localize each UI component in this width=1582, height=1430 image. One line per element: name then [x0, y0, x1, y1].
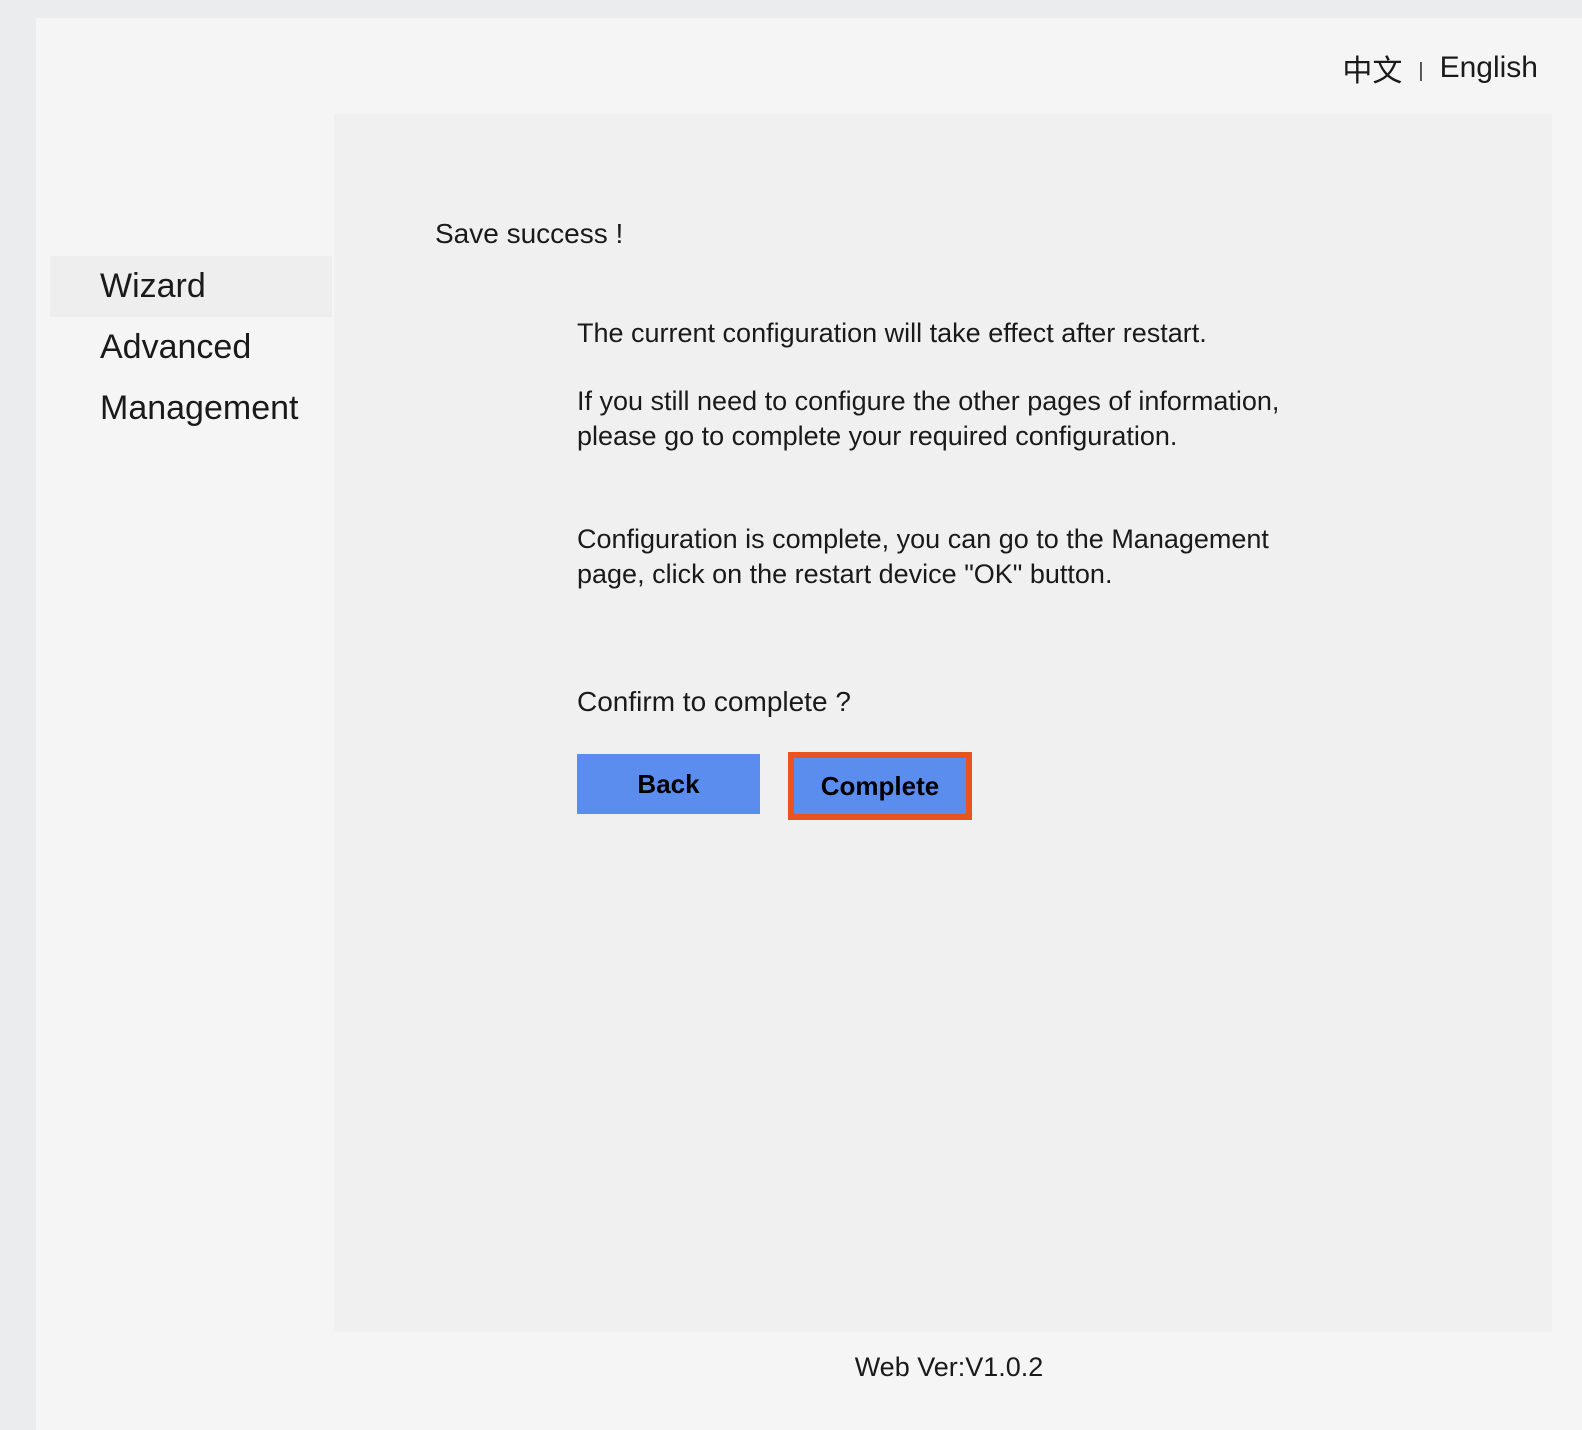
configure-message: If you still need to configure the other… — [577, 386, 1280, 451]
confirm-question: Confirm to complete ? — [577, 686, 851, 717]
sidebar-item-wizard[interactable]: Wizard — [50, 256, 332, 317]
page-container: 中文 | English Wizard Advanced Management … — [36, 18, 1582, 1430]
sidebar-item-management[interactable]: Management — [50, 378, 332, 439]
save-success-message: Save success ! — [435, 218, 624, 249]
restart-message: The current configuration will take effe… — [577, 318, 1207, 348]
language-switcher: 中文 | English — [1342, 46, 1538, 90]
main-content-panel: Save success ! The current configuration… — [334, 114, 1552, 1332]
lang-chinese-link[interactable]: 中文 — [1342, 46, 1402, 90]
back-button[interactable]: Back — [577, 754, 760, 814]
lang-separator: | — [1418, 59, 1424, 82]
sidebar-item-advanced[interactable]: Advanced — [50, 317, 332, 378]
complete-button[interactable]: Complete — [788, 752, 972, 820]
sidebar-nav: Wizard Advanced Management — [50, 256, 332, 439]
complete-message: Configuration is complete, you can go to… — [577, 524, 1269, 589]
web-version: Web Ver:V1.0.2 — [854, 1352, 1044, 1382]
lang-english-link[interactable]: English — [1440, 51, 1538, 85]
